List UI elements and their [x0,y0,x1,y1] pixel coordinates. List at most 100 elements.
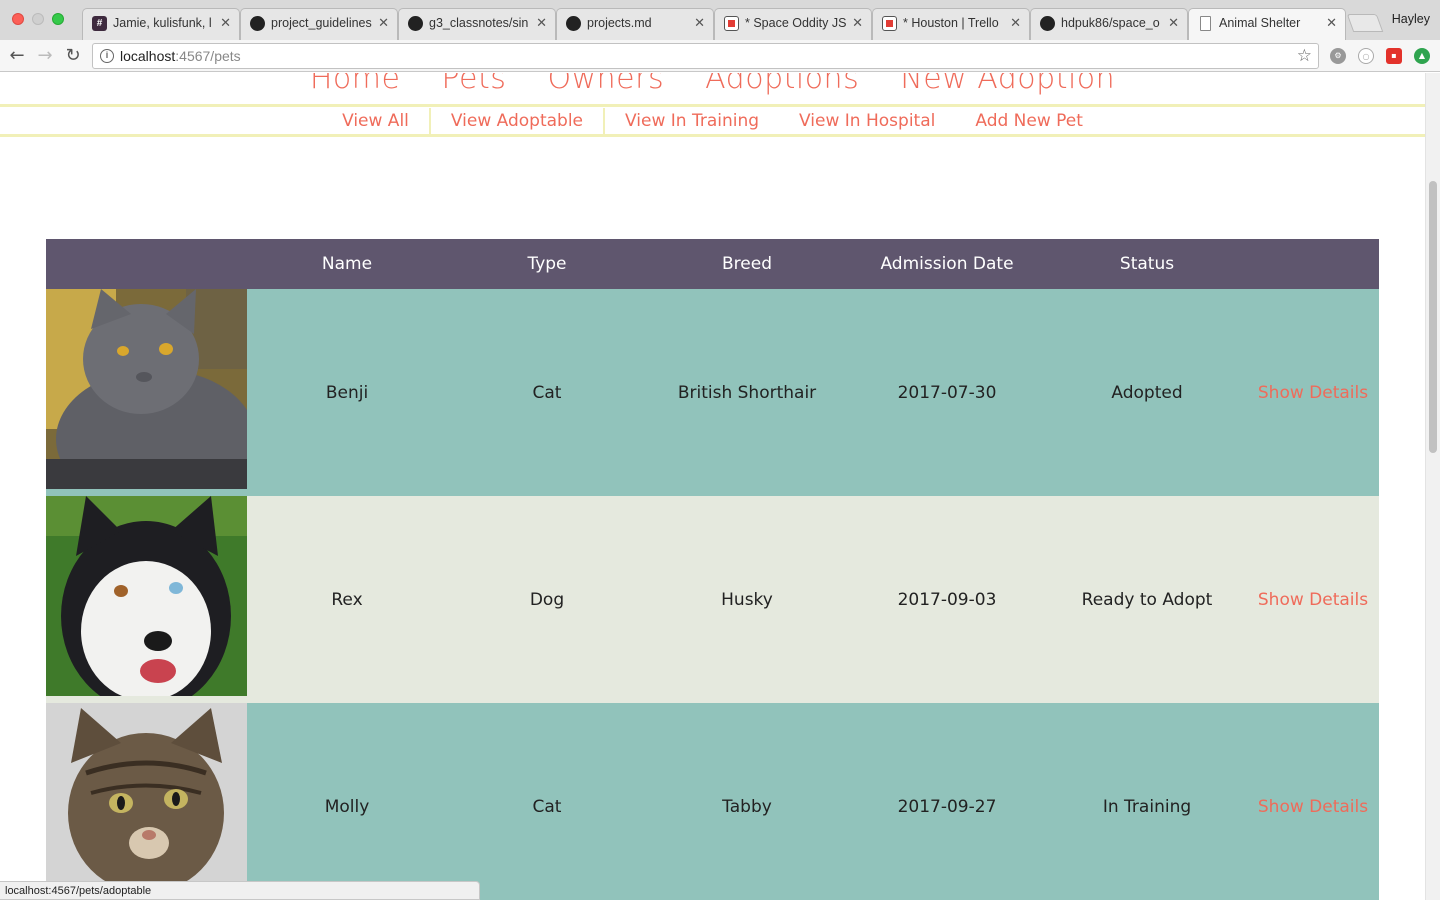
header-admission-date: Admission Date [880,254,1014,274]
table-row: Molly Cat Tabby 2017-09-27 In Training S… [46,703,1379,900]
pet-status: Ready to Adopt [1081,589,1213,610]
bookmark-star-icon[interactable]: ☆ [1297,46,1312,66]
header-breed: Breed [722,254,772,274]
browser-toolbar: ← → ↻ i localhost:4567/pets ☆ ⚙ ○ ▪ ▲ [0,40,1440,72]
pet-breed: British Shorthair [677,382,817,403]
extension-circle-icon[interactable]: ○ [1358,48,1374,64]
main-nav: Home Pets Owners Adoptions New Adoption [0,73,1425,103]
back-arrow-icon[interactable]: ← [6,45,28,67]
github-icon [566,16,581,31]
pet-admission-date: 2017-09-27 [897,796,997,817]
info-icon[interactable]: i [100,49,114,63]
browser-tab[interactable]: hdpuk86/space_o ✕ [1030,8,1188,40]
github-icon [408,16,423,31]
subnav-divider [0,134,1425,137]
header-type: Type [527,254,567,274]
browser-tab[interactable]: projects.md ✕ [556,8,714,40]
close-tab-icon[interactable]: ✕ [536,15,547,31]
pet-admission-date: 2017-07-30 [897,382,997,403]
close-window-button[interactable] [12,13,24,25]
extension-gear-icon[interactable]: ⚙ [1330,48,1346,64]
vertical-scrollbar[interactable] [1425,73,1440,900]
header-name: Name [321,254,373,274]
browser-tab[interactable]: * Houston | Trello ✕ [872,8,1030,40]
tab-title: Animal Shelter [1219,16,1301,30]
show-details-link[interactable]: Show Details [1247,797,1379,817]
tab-title: projects.md [587,16,652,30]
page-viewport: Home Pets Owners Adoptions New Adoption … [0,73,1440,900]
github-icon [250,16,265,31]
pet-photo-tabby [46,703,247,900]
browser-tab-strip: # Jamie, kulisfunk, l ✕ project_guidelin… [0,0,1440,40]
tab-title: hdpuk86/space_o [1061,16,1160,30]
pet-type: Cat [532,382,562,403]
close-tab-icon[interactable]: ✕ [1326,15,1337,31]
tab-title: * Houston | Trello [903,16,999,30]
browser-tab[interactable]: * Space Oddity JS ✕ [714,8,872,40]
nav-home[interactable]: Home [310,73,401,96]
address-bar[interactable]: i localhost:4567/pets ☆ [92,43,1319,69]
pet-photo-cat-grey [46,289,247,489]
pet-name: Benji [325,382,369,403]
browser-tab[interactable]: project_guidelines ✕ [240,8,398,40]
nav-adoptions[interactable]: Adoptions [705,73,859,96]
nav-divider [0,104,1425,107]
close-tab-icon[interactable]: ✕ [852,15,863,31]
close-tab-icon[interactable]: ✕ [694,15,705,31]
browser-tab[interactable]: # Jamie, kulisfunk, l ✕ [82,8,240,40]
close-tab-icon[interactable]: ✕ [1168,15,1179,31]
close-tab-icon[interactable]: ✕ [220,15,231,31]
profile-name[interactable]: Hayley [1392,12,1430,26]
pet-type: Cat [532,796,562,817]
table-header: Name Type Breed Admission Date Status [46,239,1379,289]
pet-admission-date: 2017-09-03 [897,589,997,610]
table-row: Benji Cat British Shorthair 2017-07-30 A… [46,289,1379,496]
minimize-window-button[interactable] [32,13,44,25]
nav-owners[interactable]: Owners [547,73,664,96]
subnav-add-new-pet[interactable]: Add New Pet [955,108,1103,134]
show-details-link[interactable]: Show Details [1247,383,1379,403]
zoom-window-button[interactable] [52,13,64,25]
subnav-view-all[interactable]: View All [322,108,431,134]
subnav-view-adoptable[interactable]: View Adoptable [431,108,606,134]
tab-title: g3_classnotes/sin [429,16,529,30]
pet-photo-husky [46,496,247,696]
grey-cat-image [46,289,247,489]
husky-dog-image [46,496,247,696]
tab-title: project_guidelines [271,16,372,30]
subnav-view-in-hospital[interactable]: View In Hospital [779,108,955,134]
nav-new-adoption[interactable]: New Adoption [900,73,1115,96]
extension-badge-icon[interactable]: ▪ [1386,48,1402,64]
pets-sub-nav: View All View Adoptable View In Training… [0,108,1425,136]
slack-icon: # [92,16,107,31]
browser-tab[interactable]: g3_classnotes/sin ✕ [398,8,556,40]
tab-title: * Space Oddity JS [745,16,847,30]
close-tab-icon[interactable]: ✕ [1010,15,1021,31]
subnav-view-in-training[interactable]: View In Training [605,108,779,134]
github-icon [1040,16,1055,31]
url-text[interactable]: localhost:4567/pets [120,48,241,64]
nav-pets[interactable]: Pets [442,73,507,96]
pet-status: Adopted [1111,382,1183,403]
pet-name: Molly [324,796,370,817]
link-status-bar: localhost:4567/pets/adoptable [0,881,480,900]
browser-tab-active[interactable]: Animal Shelter ✕ [1188,8,1346,40]
show-details-link[interactable]: Show Details [1247,590,1379,610]
pet-breed: Husky [721,589,773,610]
page-icon [1200,16,1211,31]
close-tab-icon[interactable]: ✕ [378,15,389,31]
trello-icon [724,16,739,31]
pet-name: Rex [331,589,363,610]
header-status: Status [1119,254,1175,274]
pet-breed: Tabby [722,796,772,817]
reload-icon[interactable]: ↻ [62,45,84,67]
tab-title: Jamie, kulisfunk, l [113,16,212,30]
extension-green-icon[interactable]: ▲ [1414,48,1430,64]
forward-arrow-icon[interactable]: → [34,45,56,67]
pet-status: In Training [1102,796,1192,817]
pets-table: Name Type Breed Admission Date Status Be… [46,239,1379,900]
pet-type: Dog [529,589,565,610]
new-tab-button[interactable] [1346,14,1384,32]
scrollbar-thumb[interactable] [1429,181,1437,453]
table-row: Rex Dog Husky 2017-09-03 Ready to Adopt … [46,496,1379,703]
